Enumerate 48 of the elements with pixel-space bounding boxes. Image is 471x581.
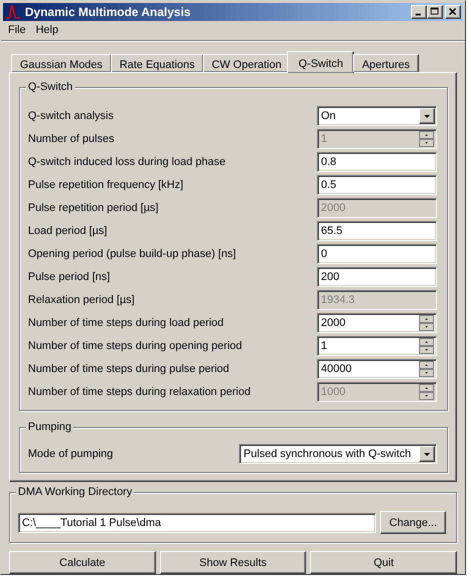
spinner-arrows-icon[interactable]	[419, 315, 434, 331]
input-field[interactable]: 0.5	[317, 175, 437, 195]
field-label: Relaxation period [µs]	[28, 294, 135, 306]
close-button[interactable]	[445, 5, 461, 19]
menu-item[interactable]: Help	[30, 23, 64, 37]
field-label: Opening period (pulse build-up phase) [ns]	[28, 248, 236, 260]
change-button[interactable]: Change...	[380, 511, 446, 534]
spinner-arrows-icon[interactable]	[419, 131, 434, 147]
tab[interactable]: Rate Equations	[110, 54, 204, 72]
spin-box[interactable]: 2000	[317, 313, 437, 333]
tab[interactable]: Q-Switch	[287, 51, 354, 73]
field-label: Number of time steps during load period	[28, 317, 224, 329]
field-label: Pulse repetition frequency [kHz]	[28, 179, 184, 191]
field-label: Pulse repetition period [µs]	[28, 202, 158, 214]
field-label: Number of pulses	[28, 133, 114, 145]
spinner-arrows-icon[interactable]	[419, 361, 434, 377]
field-label: Q-switch analysis	[28, 110, 114, 122]
window-title: Dynamic Multimode Analysis	[25, 5, 192, 19]
tab[interactable]: Apertures	[353, 54, 419, 72]
dropdown[interactable]: Pulsed synchronous with Q-switch	[239, 444, 437, 464]
field-label: Load period [µs]	[28, 225, 108, 237]
field-label: Number of time steps during relaxation period	[28, 386, 251, 398]
spinner-arrows-icon[interactable]	[419, 384, 434, 400]
menu-item[interactable]: File	[3, 23, 31, 37]
maximize-button[interactable]	[427, 5, 443, 19]
spin-box[interactable]: 40000	[317, 359, 437, 379]
minimize-button[interactable]	[411, 5, 427, 19]
group-title: Pumping	[26, 421, 74, 433]
tab[interactable]: Gaussian Modes	[11, 54, 112, 72]
field-label: Number of time steps during pulse period	[28, 363, 230, 375]
field-label: Pulse period [ns]	[28, 271, 110, 283]
input-field[interactable]: 0	[317, 244, 437, 264]
field-label: Mode of pumping	[28, 448, 113, 460]
group-title: DMA Working Directory	[16, 486, 134, 498]
spinner-arrows-icon[interactable]	[419, 338, 434, 354]
directory-field[interactable]: C:\____Tutorial 1 Pulse\dma	[18, 512, 376, 532]
input-field[interactable]: 200	[317, 267, 437, 287]
field-label: Q-switch induced loss during load phase	[28, 156, 226, 168]
input-field[interactable]: 0.8	[317, 152, 437, 172]
spin-box[interactable]: 1	[317, 336, 437, 356]
input-field[interactable]: 65.5	[317, 221, 437, 241]
dropdown[interactable]: On	[317, 106, 437, 126]
peak-graph-icon	[5, 5, 21, 19]
field-label: Number of time steps during opening period	[28, 340, 242, 352]
action-button[interactable]: Show Results	[160, 551, 306, 574]
action-button[interactable]: Calculate	[9, 551, 156, 574]
action-button[interactable]: Quit	[310, 551, 458, 574]
group-title: Q-Switch	[26, 81, 75, 93]
